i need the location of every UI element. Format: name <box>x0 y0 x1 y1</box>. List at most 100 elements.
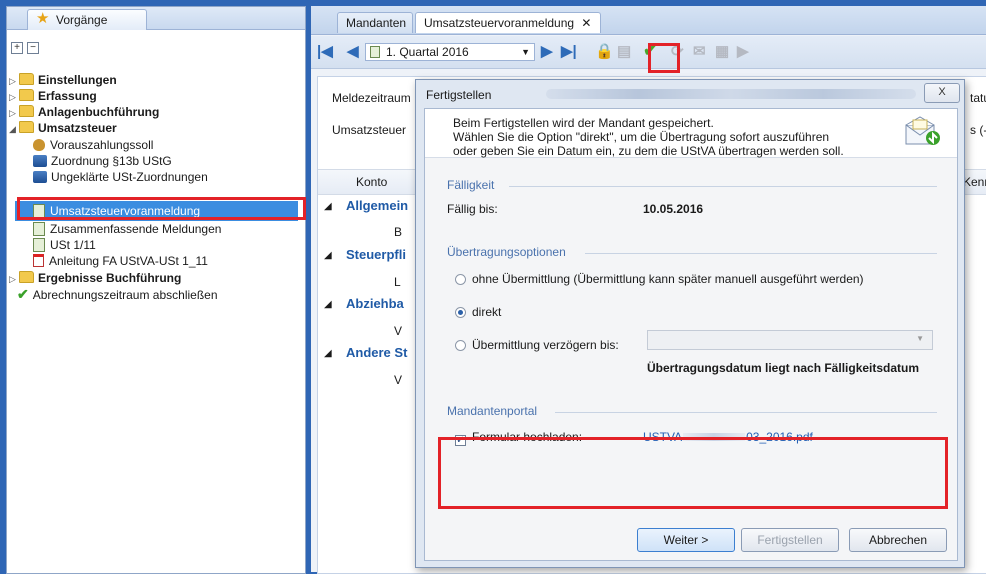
tree-item-label: Anleitung FA UStVA-USt 1_11 <box>49 254 208 268</box>
meldezeitraum-label: Meldezeitraum <box>332 91 411 105</box>
dialog-titlebar[interactable]: Fertigstellen X <box>416 80 964 108</box>
tree-item-label: Ungeklärte USt-Zuordnungen <box>51 170 208 184</box>
last-page-icon[interactable]: ▶| <box>561 44 577 60</box>
tree-item-einstellungen[interactable]: ▷ Einstellungen <box>9 72 117 88</box>
tab-label: Umsatzsteuervoranmeldung <box>424 16 575 30</box>
transfer-date-input[interactable]: ▼ <box>647 330 933 350</box>
tree-item-label: USt 1/11 <box>50 238 96 252</box>
collapse-arrow-icon[interactable]: ◢ <box>324 250 332 261</box>
form-document-icon <box>33 222 45 236</box>
tree-item-label: Abrechnungszeitraum abschließen <box>32 288 218 302</box>
radio-button[interactable] <box>455 274 466 285</box>
calendar-form-icon <box>370 46 380 58</box>
lock-icon[interactable]: 🔒 <box>595 44 614 60</box>
option-verzoegern[interactable]: Übermittlung verzögern bis: <box>455 338 619 352</box>
group-divider <box>585 253 937 254</box>
section-steuerpflichtig[interactable]: Steuerpfli <box>346 247 406 262</box>
tree-item-zusammenfassende-meldungen[interactable]: Zusammenfassende Meldungen <box>33 221 221 237</box>
button-label: Weiter > <box>663 533 709 547</box>
expand-arrow-icon[interactable]: ▷ <box>9 271 19 287</box>
next-button[interactable]: Weiter > <box>637 528 735 552</box>
date-warning: Übertragungsdatum liegt nach Fälligkeits… <box>647 361 920 375</box>
group-title-mandantenportal: Mandantenportal <box>447 404 538 418</box>
tree-item-zuordnung-13b[interactable]: Zuordnung §13b UStG <box>33 153 172 169</box>
period-select[interactable]: 1. Quartal 2016 ▼ <box>365 43 535 61</box>
collapse-arrow-icon[interactable]: ◢ <box>9 121 19 137</box>
group-divider <box>509 186 937 187</box>
tree-item-label: Zuordnung §13b UStG <box>51 154 172 168</box>
column-header-konto[interactable]: Konto <box>356 175 387 189</box>
red-highlight-box <box>648 43 680 73</box>
section-allgemein[interactable]: Allgemein <box>346 198 408 213</box>
collapse-all-icon[interactable]: − <box>27 42 39 54</box>
fertigstellen-dialog: Fertigstellen X Beim Fertigstellen wird … <box>415 79 965 568</box>
tree-item-abrechnungszeitraum[interactable]: ✔ Abrechnungszeitraum abschließen <box>17 286 218 302</box>
panel-header: ★ Vorgänge <box>7 7 305 30</box>
tree-item-label: Vorauszahlungssoll <box>50 138 154 152</box>
dialog-body: Beim Fertigstellen wird der Mandant gesp… <box>424 108 958 561</box>
due-date-label: Fällig bis: <box>447 202 498 216</box>
previous-icon[interactable]: ◀ <box>347 44 359 60</box>
option-direkt[interactable]: direkt <box>455 305 501 319</box>
document-icon[interactable]: ▤ <box>617 44 631 60</box>
expand-arrow-icon[interactable]: ▷ <box>9 73 19 89</box>
tree-item-label: Zusammenfassende Meldungen <box>50 222 222 236</box>
collapse-arrow-icon[interactable]: ◢ <box>324 299 332 310</box>
tree-item-ergebnisse-buchfuehrung[interactable]: ▷ Ergebnisse Buchführung <box>9 270 181 286</box>
close-button[interactable]: X <box>924 83 960 103</box>
column-header-kenn[interactable]: Kenn <box>963 175 986 189</box>
intro-text-line: Beim Fertigstellen wird der Mandant gesp… <box>453 116 714 130</box>
play-icon[interactable]: ▶ <box>737 44 749 60</box>
expand-all-icon[interactable]: + <box>11 42 23 54</box>
radio-button[interactable] <box>455 307 466 318</box>
pdf-icon <box>33 254 44 267</box>
intro-text-line: oder geben Sie ein Datum ein, zu dem die… <box>453 144 844 158</box>
chevron-down-icon: ▼ <box>521 47 530 57</box>
send-icon[interactable]: ✉ <box>693 44 706 60</box>
finish-button[interactable]: Fertigstellen <box>741 528 839 552</box>
tree-item-anleitung[interactable]: Anleitung FA UStVA-USt 1_11 <box>33 253 208 269</box>
red-highlight-box <box>438 437 948 509</box>
tab-vorgaenge[interactable]: ★ Vorgänge <box>27 9 147 30</box>
navigation-panel: ★ Vorgänge + − ▷ Einstellungen ▷ Erfassung … <box>6 6 306 574</box>
tree-expand-controls: + − <box>11 39 43 54</box>
close-tab-icon[interactable]: ✕ <box>581 16 591 30</box>
tree-item-vorauszahlungssoll[interactable]: Vorauszahlungssoll <box>33 137 153 153</box>
radio-button[interactable] <box>455 340 466 351</box>
tree-item-erfassung[interactable]: ▷ Erfassung <box>9 88 97 104</box>
dialog-intro: Beim Fertigstellen wird der Mandant gesp… <box>425 109 957 158</box>
tree-item-label: Umsatzsteuer <box>38 121 117 135</box>
tab-umsatzsteuervoranmeldung[interactable]: Umsatzsteuervoranmeldung ✕ <box>415 12 601 33</box>
folder-icon <box>19 73 34 85</box>
next-icon[interactable]: ▶ <box>541 44 553 60</box>
section-andere-steuern[interactable]: Andere St <box>346 345 407 360</box>
database-icon <box>33 171 47 183</box>
document-tab-strip: Mandanten Umsatzsteuervoranmeldung ✕ <box>311 6 986 35</box>
tab-label: Mandanten <box>346 16 407 30</box>
tree-item-umsatzsteuer[interactable]: ◢ Umsatzsteuer <box>9 120 117 136</box>
money-bag-icon <box>33 139 45 151</box>
row-label: L <box>394 275 401 289</box>
row-label: V <box>394 373 403 387</box>
dialog-title: Fertigstellen <box>426 88 492 102</box>
tree-item-ust-1-11[interactable]: USt 1/11 <box>33 237 96 253</box>
expand-arrow-icon[interactable]: ▷ <box>9 105 19 121</box>
print-icon[interactable]: ▦ <box>715 44 729 60</box>
collapse-arrow-icon[interactable]: ◢ <box>324 201 332 212</box>
tree-item-ungeklaerte-ust[interactable]: Ungeklärte USt-Zuordnungen <box>33 169 208 185</box>
tree-item-anlagenbuchfuehrung[interactable]: ▷ Anlagenbuchführung <box>9 104 159 120</box>
period-select-value: 1. Quartal 2016 <box>386 45 469 59</box>
row-label: V <box>394 324 403 338</box>
section-abziehbar[interactable]: Abziehba <box>346 296 404 311</box>
group-divider <box>555 412 937 413</box>
tree-item-label: Anlagenbuchführung <box>38 105 160 119</box>
first-page-icon[interactable]: |◀ <box>317 44 333 60</box>
option-ohne-uebermittlung[interactable]: ohne Übermittlung (Übermittlung kann spä… <box>455 272 864 286</box>
expand-arrow-icon[interactable]: ▷ <box>9 89 19 105</box>
form-document-icon <box>33 238 45 252</box>
intro-text-line: Wählen Sie die Option "direkt", um die Ü… <box>453 130 830 144</box>
chevron-down-icon: ▼ <box>916 334 924 343</box>
tab-mandanten[interactable]: Mandanten <box>337 12 413 33</box>
collapse-arrow-icon[interactable]: ◢ <box>324 348 332 359</box>
cancel-button[interactable]: Abbrechen <box>849 528 947 552</box>
